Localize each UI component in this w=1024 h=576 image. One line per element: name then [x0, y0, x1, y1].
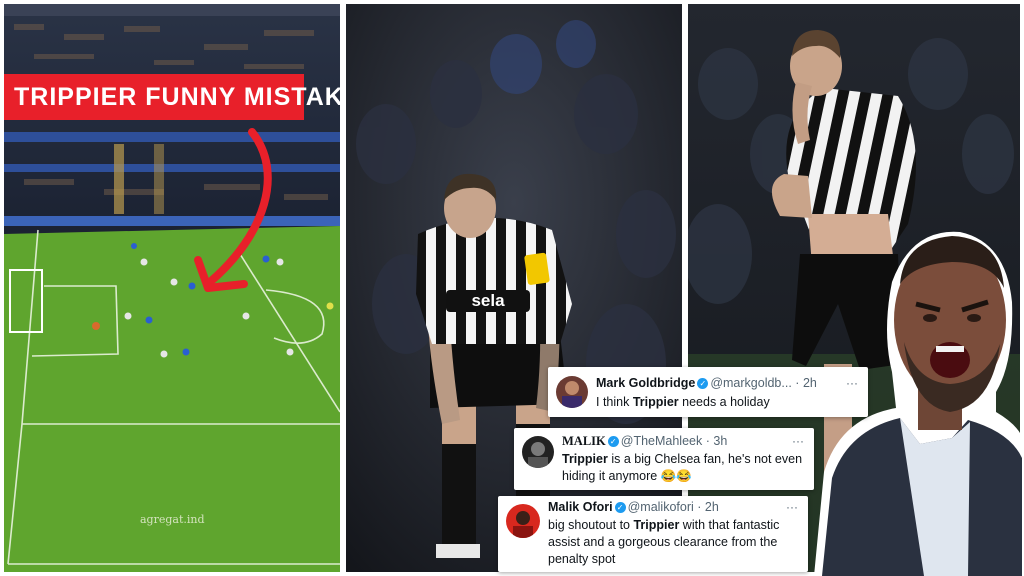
tweet-author-name: Malik Ofori	[548, 500, 613, 514]
more-options-icon[interactable]: ···	[786, 500, 798, 514]
title-banner: TRIPPIER FUNNY MISTAKE	[4, 74, 340, 120]
tweet-text: I think Trippier needs a holiday	[596, 395, 770, 409]
more-options-icon[interactable]: ···	[792, 434, 804, 448]
tweet-card-2: MALIK ✓ @TheMahleek · 3h ··· Trippier is a…	[514, 428, 814, 490]
watermark-text: agregat.ind	[140, 513, 205, 526]
tweet-separator: ·	[697, 500, 702, 514]
tweet-author-handle: @TheMahleek	[620, 434, 703, 448]
tweet-text: Trippier is a big Chelsea fan, he's not …	[562, 452, 803, 483]
tweet-card-3: Malik Ofori ✓ @malikofori · 2h ··· big sho…	[498, 496, 808, 572]
tweet-separator: ·	[705, 434, 710, 448]
shirt-sponsor-text: sela	[471, 291, 505, 310]
tweet-time: 3h	[713, 434, 728, 448]
verified-badge-icon: ✓	[697, 378, 709, 389]
tweet-author-name: MALIK	[562, 434, 606, 448]
verified-badge-icon: ✓	[607, 436, 619, 447]
tweet-separator: ·	[795, 376, 800, 390]
avatar-malik	[522, 436, 554, 468]
tweet-card-1: Mark Goldbridge ✓ @markgoldb... · 2h ··· I…	[548, 367, 868, 417]
stadium-screenshot-panel: TRIPPIER FUNNY MISTAKE agregat.ind	[4, 4, 340, 572]
tweet-author-handle: @malikofori	[627, 500, 694, 514]
verified-badge-icon: ✓	[614, 502, 626, 513]
tweet-time: 2h	[704, 500, 719, 514]
avatar-malik-ofori	[506, 504, 540, 538]
avatar-mark-goldbridge	[556, 376, 588, 408]
tweet-author-name: Mark Goldbridge	[596, 376, 696, 390]
tweet-text: big shoutout to Trippier with that fanta…	[548, 518, 780, 566]
tweet-author-handle: @markgoldb...	[710, 376, 792, 390]
tweet-time: 2h	[802, 376, 817, 390]
more-options-icon[interactable]: ···	[846, 376, 858, 390]
